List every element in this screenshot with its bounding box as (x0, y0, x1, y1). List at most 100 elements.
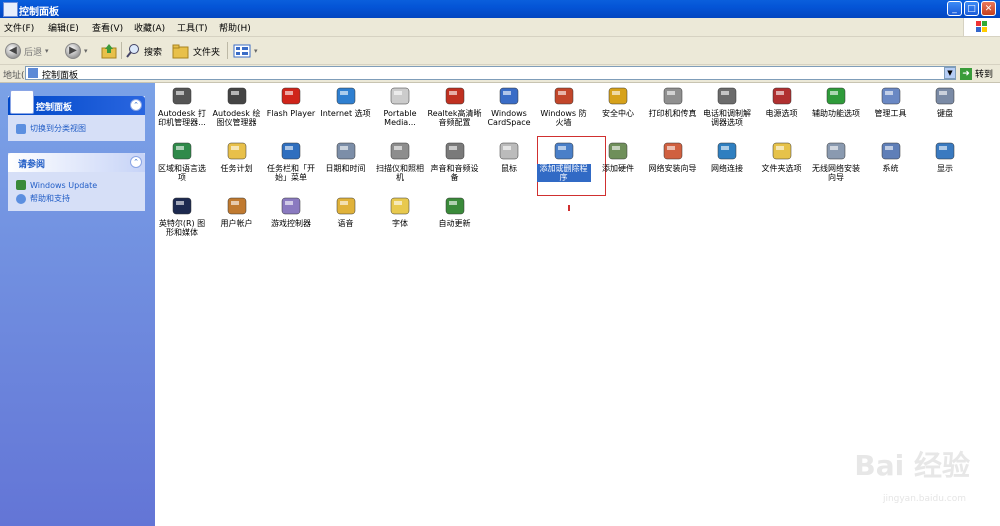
menu-help[interactable]: 帮助(H) (219, 21, 251, 34)
control-panel-item[interactable]: 语音 (319, 194, 373, 228)
dropdown-arrow-icon: ▾ (254, 47, 258, 55)
control-panel-item[interactable]: 用户帐户 (210, 194, 264, 228)
user-accounts-icon (225, 194, 249, 218)
maximize-button[interactable]: □ (964, 1, 979, 16)
speech-icon (334, 194, 358, 218)
collapse-chevron-icon[interactable]: ⌃ (130, 156, 142, 168)
control-panel-item[interactable]: Windows 防火墙 (537, 84, 591, 127)
item-label: 系统 (882, 164, 899, 173)
item-label: 电话和调制解调器选项 (703, 109, 751, 127)
sound-icon (443, 139, 467, 163)
menu-tools[interactable]: 工具(T) (177, 21, 208, 34)
control-panel-item[interactable]: 键盘 (918, 84, 972, 118)
help-and-support-link[interactable]: 帮助和支持 (16, 193, 137, 204)
control-panel-item[interactable]: 打印机和传真 (646, 84, 700, 118)
control-panel-item[interactable]: 任务栏和「开始」菜单 (264, 139, 318, 182)
dropdown-arrow-icon: ▾ (84, 47, 88, 55)
menu-edit[interactable]: 编辑(E) (48, 21, 79, 34)
control-panel-item[interactable]: 系统 (864, 139, 918, 173)
control-panel-item[interactable]: Autodesk 打印机管理器... (155, 84, 209, 127)
control-panel-item[interactable]: 无线网络安装向导 (809, 139, 863, 182)
mouse-icon (497, 139, 521, 163)
panel-header[interactable]: 控制面板 ⌃ (8, 90, 145, 115)
address-bar: 地址(D) 控制面板 ▼ ➜ 转到 (0, 65, 1000, 83)
network-connections-icon (715, 139, 739, 163)
control-panel-item[interactable]: Realtek高清晰音频配置 (428, 84, 482, 127)
panel-title: 请参阅 (18, 160, 46, 170)
close-button[interactable]: ✕ (981, 1, 996, 16)
panel-header[interactable]: 请参阅 ⌃ (8, 153, 145, 172)
search-icon (126, 44, 139, 58)
clock-icon (334, 139, 358, 163)
control-panel-item[interactable]: Flash Player (264, 84, 318, 118)
item-label: 辅助功能选项 (812, 109, 860, 118)
menu-file[interactable]: 文件(F) (4, 21, 34, 34)
item-label: 语音 (337, 219, 354, 228)
toolbar-separator (227, 42, 228, 59)
menu-view[interactable]: 查看(V) (92, 21, 123, 34)
up-folder-button[interactable] (100, 41, 118, 61)
folder-options-icon (770, 139, 794, 163)
wireless-icon (824, 139, 848, 163)
dropdown-arrow-icon: ▾ (45, 47, 49, 55)
control-panel-item[interactable]: 游戏控制器 (264, 194, 318, 228)
toolbar: ◀ 后退 ▾ ▶ ▾ 搜索 文件夹 ▾ (0, 37, 1000, 65)
minimize-button[interactable]: _ (947, 1, 962, 16)
folders-button[interactable]: 文件夹 (172, 41, 220, 61)
control-panel-panel: 控制面板 ⌃ 切换到分类视图 (8, 90, 145, 141)
control-panel-item[interactable]: Portable Media... (373, 84, 427, 127)
address-dropdown-button[interactable]: ▼ (944, 67, 956, 79)
control-panel-item[interactable]: 网络连接 (700, 139, 754, 173)
control-panel-item[interactable]: 辅助功能选项 (809, 84, 863, 118)
item-label: 游戏控制器 (271, 219, 311, 228)
control-panel-item[interactable]: 文件夹选项 (755, 139, 809, 173)
control-panel-item[interactable]: 自动更新 (428, 194, 482, 228)
title-bar[interactable]: 控制面板 _ □ ✕ (0, 0, 1000, 18)
control-panel-item[interactable]: 声音和音频设备 (428, 139, 482, 182)
control-panel-item[interactable]: 显示 (918, 139, 972, 173)
watermark-url: jingyan.baidu.com (882, 494, 966, 504)
control-panel-item[interactable]: 管理工具 (864, 84, 918, 118)
speaker-icon (443, 84, 467, 108)
control-panel-item[interactable]: 任务计划 (210, 139, 264, 173)
watermark-brand: Bai 经验 (854, 449, 970, 482)
address-input[interactable]: 控制面板 (25, 66, 956, 81)
item-label: 扫描仪和照相机 (376, 164, 424, 182)
see-also-panel: 请参阅 ⌃ Windows Update 帮助和支持 (8, 153, 145, 211)
windows-update-link[interactable]: Windows Update (16, 180, 137, 190)
go-button[interactable]: ➜ 转到 (960, 67, 993, 80)
control-panel-item[interactable]: 日期和时间 (319, 139, 373, 173)
control-panel-item[interactable]: 英特尔(R) 图形和媒体 (155, 194, 209, 237)
control-panel-item[interactable]: 电话和调制解调器选项 (700, 84, 754, 127)
back-button[interactable]: ◀ 后退 ▾ (5, 41, 49, 61)
control-panel-item[interactable]: Internet 选项 (319, 84, 373, 118)
views-button[interactable]: ▾ (233, 41, 258, 61)
control-panel-item[interactable]: Windows CardSpace (482, 84, 536, 127)
control-panel-item[interactable]: 鼠标 (482, 139, 536, 173)
display-icon (933, 139, 957, 163)
control-panel-item[interactable]: Autodesk 绘图仪管理器 (210, 84, 264, 127)
accessibility-icon (824, 84, 848, 108)
control-panel-item[interactable]: 电源选项 (755, 84, 809, 118)
control-panel-item[interactable]: 网络安装向导 (646, 139, 700, 173)
windows-update-icon (16, 180, 26, 190)
add-hardware-icon (606, 139, 630, 163)
control-panel-item[interactable]: 区域和语言选项 (155, 139, 209, 182)
control-panel-item[interactable]: 添加硬件 (591, 139, 645, 173)
menu-favorites[interactable]: 收藏(A) (134, 21, 165, 34)
control-panel-item[interactable]: 字体 (373, 194, 427, 228)
auto-update-icon (443, 194, 467, 218)
collapse-chevron-icon[interactable]: ⌃ (130, 99, 142, 111)
switch-to-category-view-link[interactable]: 切换到分类视图 (16, 123, 137, 134)
forward-button[interactable]: ▶ ▾ (65, 41, 88, 61)
control-panel-item[interactable]: 添加或删除程序 (536, 139, 591, 182)
control-panel-item[interactable]: 扫描仪和照相机 (373, 139, 427, 182)
control-panel-icon (10, 90, 34, 114)
admin-tools-icon (879, 84, 903, 108)
security-shield-icon (606, 84, 630, 108)
portable-media-icon (388, 84, 412, 108)
control-panel-icon (28, 68, 38, 78)
item-label: 鼠标 (501, 164, 517, 173)
search-button[interactable]: 搜索 (125, 41, 162, 61)
control-panel-item[interactable]: 安全中心 (591, 84, 645, 118)
